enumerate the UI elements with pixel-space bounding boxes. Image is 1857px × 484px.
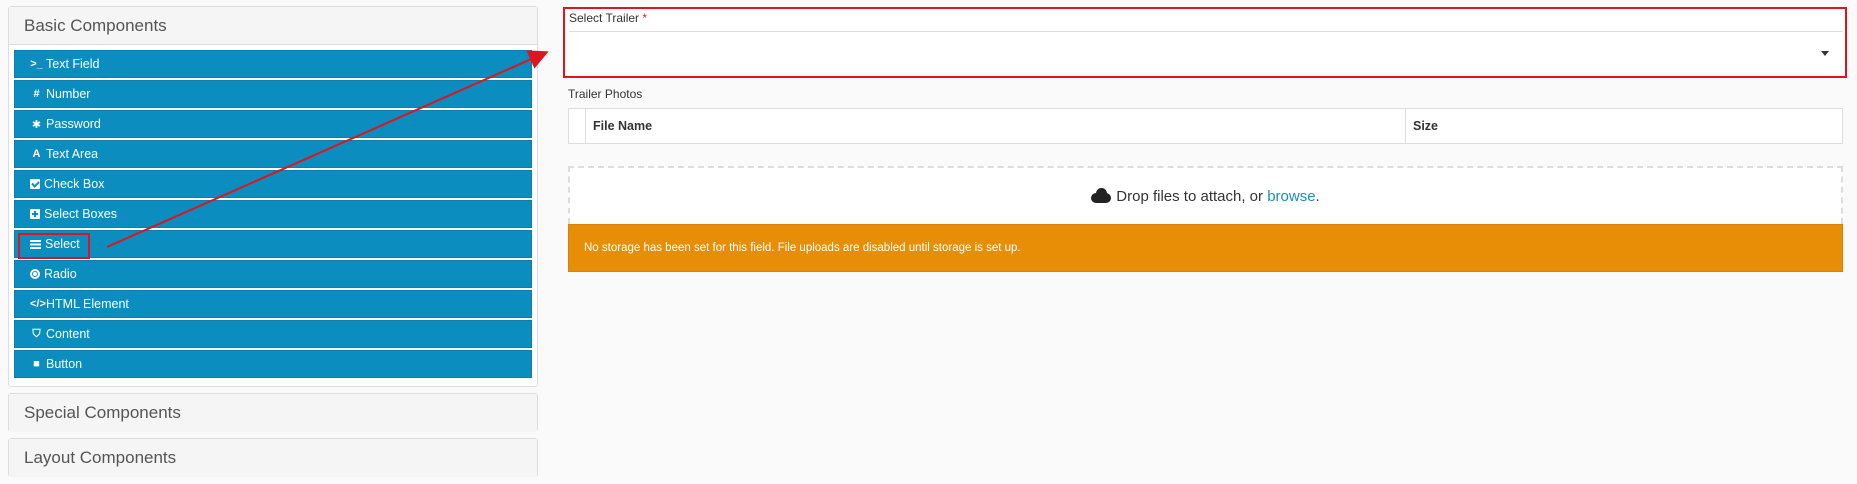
component-label: Password [46, 117, 101, 131]
file-name-header: File Name [586, 109, 1406, 143]
component-content[interactable]: ⛉ Content [14, 320, 532, 348]
check-square-icon [30, 179, 40, 189]
caret-down-icon[interactable] [1821, 51, 1829, 56]
select-trailer-label-text: Select Trailer [569, 11, 640, 25]
drop-text: Drop files to attach, or [1116, 187, 1264, 205]
select-highlight-annotation [18, 233, 90, 259]
special-components-panel: Special Components [8, 393, 538, 432]
required-marker: * [642, 11, 648, 25]
hash-icon: # [33, 88, 40, 100]
font-icon: A [32, 148, 41, 160]
component-select-boxes[interactable]: Select Boxes [14, 200, 532, 228]
dot-circle-icon [30, 269, 40, 279]
component-button[interactable]: ■ Button [14, 350, 532, 378]
component-check-box[interactable]: Check Box [14, 170, 532, 198]
terminal-icon: >_ [30, 58, 43, 70]
size-header: Size [1413, 119, 1439, 133]
drop-suffix: . [1315, 187, 1320, 205]
component-select[interactable]: Select [14, 230, 532, 258]
component-label: Radio [44, 267, 77, 281]
component-label: Text Area [46, 147, 99, 161]
component-label: Select Boxes [44, 207, 117, 221]
component-list: >_ Text Field # Number ✱ Password A Text… [9, 45, 537, 378]
select-trailer-dropdown[interactable] [569, 31, 1843, 75]
asterisk-icon: ✱ [31, 118, 42, 131]
basic-components-heading[interactable]: Basic Components [9, 7, 537, 45]
browse-link[interactable]: browse [1267, 188, 1315, 205]
special-components-heading[interactable]: Special Components [9, 394, 537, 432]
component-text-field[interactable]: >_ Text Field [14, 50, 532, 78]
basic-components-panel: Basic Components >_ Text Field # Number … [8, 6, 538, 387]
layout-components-panel: Layout Components [8, 438, 538, 477]
trailer-photos-label: Trailer Photos [568, 87, 643, 101]
component-label: Button [46, 357, 83, 371]
component-radio[interactable]: Radio [14, 260, 532, 288]
code-icon: </> [30, 298, 46, 310]
file-dropzone[interactable]: Drop files to attach, or browse. [568, 166, 1843, 224]
select-trailer-field: Select Trailer * [563, 7, 1847, 78]
component-html-element[interactable]: </> HTML Element [14, 290, 532, 318]
component-label: Content [46, 327, 90, 341]
component-number[interactable]: # Number [14, 80, 532, 108]
component-label: HTML Element [46, 297, 129, 311]
component-label: Check Box [44, 177, 105, 191]
storage-warning-alert: No storage has been set for this field. … [568, 224, 1843, 272]
component-password[interactable]: ✱ Password [14, 110, 532, 138]
cloud-upload-icon [1091, 188, 1112, 204]
component-label: Text Field [46, 57, 100, 71]
html5-icon: ⛉ [32, 327, 41, 340]
layout-components-heading[interactable]: Layout Components [9, 439, 537, 477]
file-table-header: File Name Size [568, 108, 1843, 144]
component-label: Number [46, 87, 91, 101]
table-spacer-cell [569, 109, 586, 143]
plus-square-icon [30, 209, 40, 219]
select-trailer-label: Select Trailer * [569, 11, 647, 25]
stop-icon: ■ [33, 358, 40, 370]
component-text-area[interactable]: A Text Area [14, 140, 532, 168]
